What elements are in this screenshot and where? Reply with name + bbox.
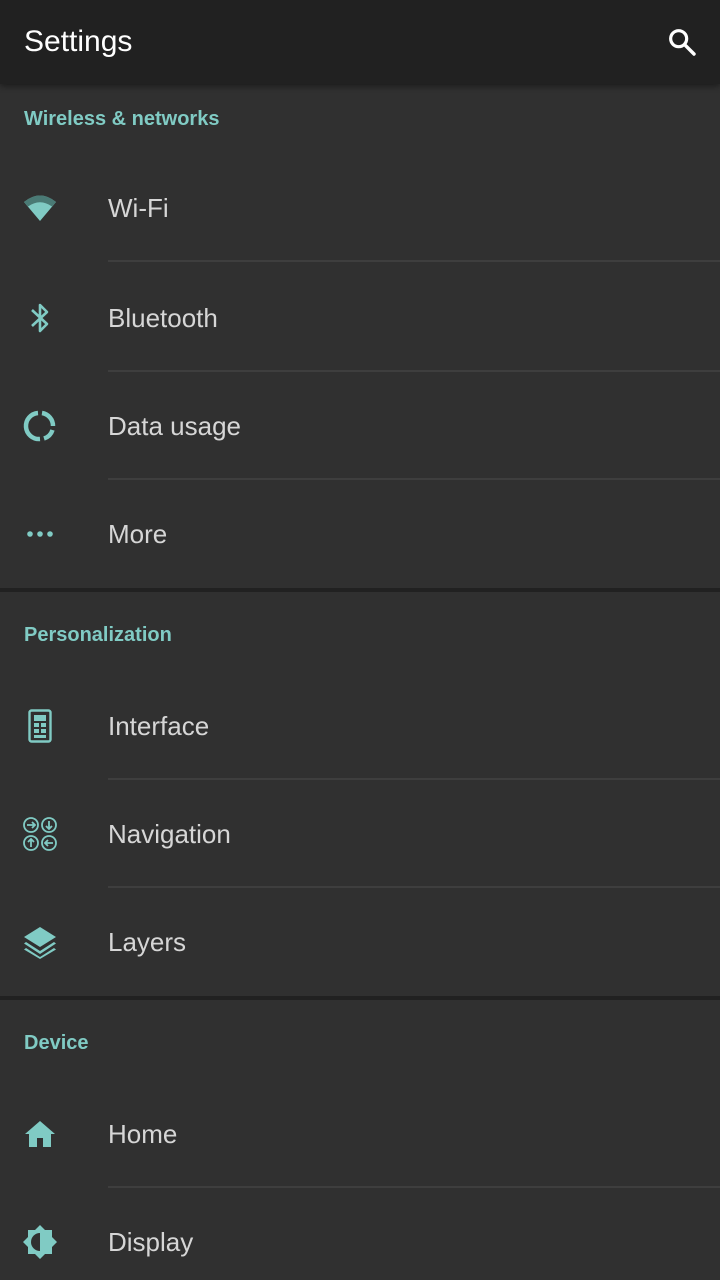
app-bar: Settings <box>0 0 720 84</box>
display-icon <box>20 1222 60 1262</box>
divider <box>108 260 720 262</box>
item-label: Home <box>108 1119 178 1149</box>
section-wireless-networks: Wireless & networks Wi-Fi Bluetooth Data… <box>0 84 720 588</box>
settings-item-more[interactable]: More <box>0 480 720 588</box>
data-usage-icon <box>20 406 60 446</box>
section-header: Wireless & networks <box>24 108 220 130</box>
item-label: Data usage <box>108 411 241 441</box>
interface-icon <box>20 706 60 746</box>
section-header: Device <box>24 1032 89 1054</box>
settings-item-navigation[interactable]: Navigation <box>0 780 720 888</box>
settings-item-display[interactable]: Display <box>0 1188 720 1280</box>
settings-item-bluetooth[interactable]: Bluetooth <box>0 264 720 372</box>
bluetooth-icon <box>20 298 60 338</box>
settings-item-wifi[interactable]: Wi-Fi <box>0 154 720 262</box>
item-label: Bluetooth <box>108 303 218 333</box>
settings-list: Wireless & networks Wi-Fi Bluetooth Data… <box>0 84 720 1280</box>
item-label: Layers <box>108 927 187 957</box>
home-icon <box>20 1114 60 1154</box>
layers-icon <box>20 922 60 962</box>
settings-item-home[interactable]: Home <box>0 1080 720 1188</box>
settings-item-interface[interactable]: Interface <box>0 672 720 780</box>
navigation-icon <box>20 814 60 854</box>
item-label: Navigation <box>108 819 231 849</box>
settings-item-data-usage[interactable]: Data usage <box>0 372 720 480</box>
page-title: Settings <box>24 25 133 58</box>
search-button[interactable] <box>662 22 702 62</box>
section-personalization: Personalization Interface Navigation Lay… <box>0 592 720 996</box>
settings-item-layers[interactable]: Layers <box>0 888 720 996</box>
wifi-icon <box>20 188 60 228</box>
item-label: Interface <box>108 711 210 741</box>
item-label: Display <box>108 1227 194 1257</box>
item-label: Wi-Fi <box>108 193 169 223</box>
item-label: More <box>108 519 168 549</box>
more-icon <box>20 514 60 554</box>
section-device: Device Home Display <box>0 1000 720 1280</box>
search-icon <box>669 29 696 56</box>
section-header: Personalization <box>24 624 172 646</box>
